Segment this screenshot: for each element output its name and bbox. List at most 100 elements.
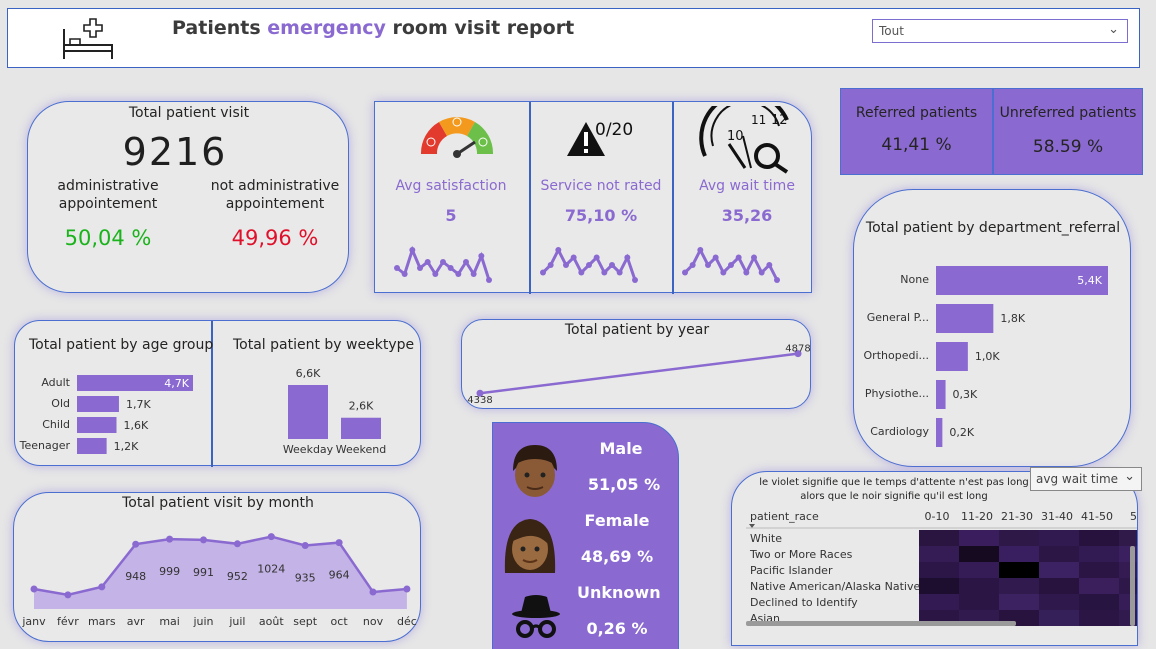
point: [166, 535, 174, 543]
sparkline-point: [570, 254, 577, 261]
admin-value: 50,04 %: [64, 226, 152, 250]
unreferred-label: Unreferred patients: [999, 105, 1137, 121]
bar: [77, 417, 117, 433]
heatmap-cell: [999, 530, 1039, 546]
sparkline-point: [424, 259, 431, 265]
total-visit-value: 9216: [122, 130, 228, 174]
heatmap-cell: [1039, 562, 1079, 578]
row-label: Pacific Islander: [750, 564, 833, 577]
rating-badge: 0/20: [595, 120, 634, 140]
row-label: White: [750, 532, 782, 545]
sparkline-point: [712, 254, 719, 261]
kpi-label: Avg satisfaction: [395, 178, 507, 194]
incognito-icon: [512, 595, 560, 638]
data-label: 999: [159, 565, 180, 578]
chart-title: Total patient by age group: [29, 337, 214, 353]
sparkline-point: [758, 269, 765, 276]
sparkline-wait-time: [682, 246, 780, 283]
category-label: Teenager: [19, 439, 71, 452]
row-header: patient_race: [750, 510, 819, 523]
department-bar-chart: None 5,4K General P... 1,8K Orthopedi... 1,0K…: [864, 266, 1108, 447]
chart-title: Total patient visit by month: [122, 495, 314, 511]
sparkline-point: [578, 269, 585, 276]
point: [64, 591, 72, 599]
point: [403, 585, 411, 593]
heatmap-cell: [1119, 562, 1137, 578]
svg-text:12: 12: [771, 113, 788, 128]
heatmap-cell: [999, 578, 1039, 594]
not-admin-label: appointement: [225, 196, 325, 212]
sparkline-not-rated: [540, 246, 638, 283]
sparkline-point: [735, 254, 742, 261]
horizontal-scrollbar: [746, 621, 1016, 626]
kpi-label: Avg wait time: [699, 178, 795, 194]
row-label: Two or More Races: [749, 548, 853, 561]
sparkline-point: [486, 277, 492, 283]
data-label: 4878: [785, 344, 810, 355]
sparkline-point: [774, 277, 780, 283]
heatmap-cell: [1079, 546, 1119, 562]
category-label: juin: [192, 615, 213, 628]
male-label: Male: [599, 439, 643, 458]
sparkline-point: [689, 262, 696, 268]
heatmap-cell: [1079, 562, 1119, 578]
sparkline-point: [586, 262, 592, 268]
category-label: févr: [57, 615, 79, 628]
data-label: 1,6K: [123, 419, 148, 432]
heatmap-matrix: patient_race 0-10 11-20 21-30 31-40 41-50 51 Wh…: [746, 510, 1137, 626]
heatmap-cell: [919, 594, 959, 610]
man-emoji-icon: [513, 445, 557, 497]
heatmap-cell: [919, 546, 959, 562]
woman-emoji-icon: [504, 519, 556, 573]
sparkline-point: [470, 271, 477, 277]
measure-dropdown[interactable]: avg wait time ⌄: [1030, 467, 1142, 491]
heatmap-cell: [999, 546, 1039, 562]
card-title: Total patient visit: [128, 105, 250, 121]
heatmap-cell: [919, 578, 959, 594]
age-weektype-card: Total patient by age group Adult 4,7K Old 1…: [14, 320, 421, 467]
category-label: mai: [159, 615, 180, 628]
row-label: Native American/Alaska Native: [750, 580, 920, 593]
heatmap-cell: [999, 594, 1039, 610]
point: [132, 540, 140, 548]
heatmap-cell: [1119, 594, 1137, 610]
heatmap-cell: [959, 546, 999, 562]
filter-value: Tout: [879, 24, 904, 38]
data-label: 948: [125, 570, 146, 583]
sparkline-point: [409, 247, 416, 253]
category-label: Weekend: [336, 443, 386, 456]
category-label: nov: [363, 615, 384, 628]
referred-value: 41,41 %: [881, 135, 952, 155]
category-label: General P...: [867, 311, 929, 324]
svg-text:10: 10: [727, 129, 744, 144]
category-label: juil: [228, 615, 245, 628]
weektype-bar-chart: 6,6K Weekday 2,6K Weekend: [283, 367, 386, 456]
male-value: 51,05 %: [587, 475, 661, 494]
sparkline-satisfaction: [394, 245, 492, 283]
column-header: 11-20: [961, 510, 993, 523]
category-label: déc: [397, 615, 417, 628]
sparkline-point: [540, 269, 546, 276]
column-header: 21-30: [1001, 510, 1033, 523]
heatmap-cell: [1119, 578, 1137, 594]
category-label: Old: [51, 397, 70, 410]
heatmap-card: le violet signifie que le temps d'attent…: [731, 471, 1138, 646]
category-label: mars: [88, 615, 116, 628]
title-part: Patients: [172, 17, 268, 39]
data-label: 1,2K: [114, 440, 139, 453]
svg-text:11: 11: [751, 113, 766, 127]
filter-dropdown[interactable]: Tout ⌄: [872, 19, 1128, 43]
area-fill: [34, 536, 407, 609]
category-label: janv: [21, 615, 46, 628]
sparkline-point: [447, 265, 454, 271]
data-label: 1024: [257, 563, 285, 576]
point: [233, 540, 241, 548]
heatmap-cell: [919, 562, 959, 578]
heatmap-cell: [1119, 610, 1137, 626]
sparkline-point: [728, 262, 734, 268]
column-header: 0-10: [925, 510, 950, 523]
sparkline-point: [455, 271, 462, 277]
category-label: Physiothe...: [865, 387, 929, 400]
category-label: Orthopedi...: [864, 349, 929, 362]
month-area-chart: janv févr mars 948 avr 999 mai 991 juin 952 juil 10…: [21, 533, 417, 628]
